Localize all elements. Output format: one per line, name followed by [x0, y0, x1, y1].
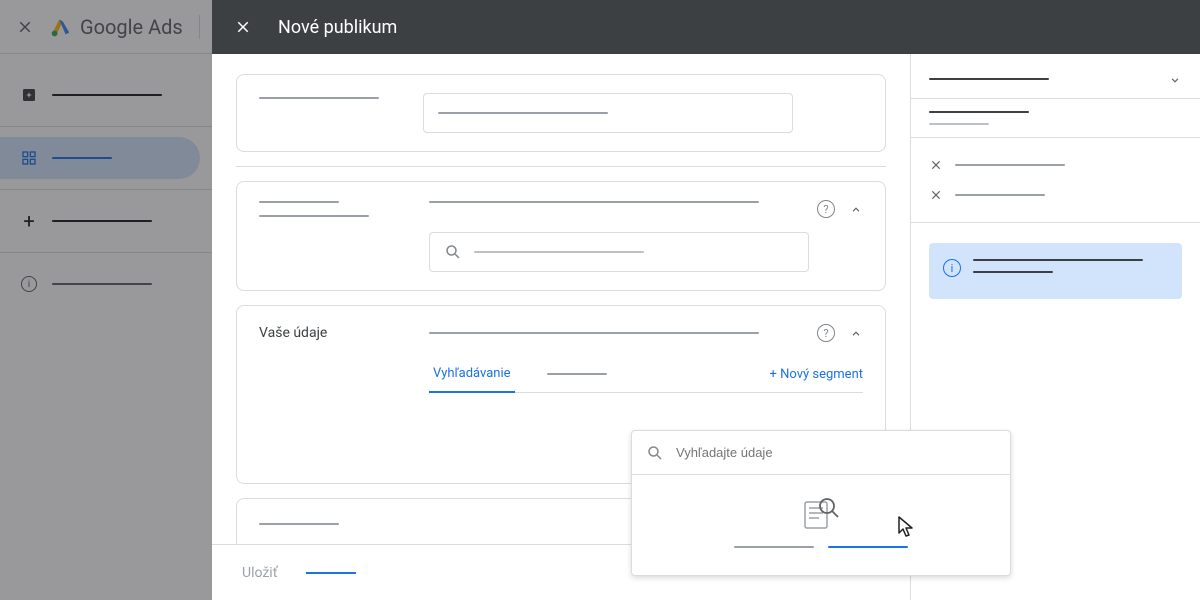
tab-2[interactable]: [543, 363, 611, 387]
item-text-placeholder: [955, 194, 1045, 196]
empty-text-placeholder: [734, 546, 814, 548]
chevron-up-icon[interactable]: [849, 202, 863, 216]
chevron-up-icon[interactable]: [849, 326, 863, 340]
divider: [911, 222, 1200, 223]
section-title: Vaše údaje: [259, 325, 399, 341]
empty-link-placeholder[interactable]: [828, 546, 908, 548]
save-button[interactable]: Uložiť: [242, 565, 278, 581]
divider: [236, 166, 886, 167]
search-icon: [646, 444, 664, 462]
text-placeholder: [929, 111, 1029, 113]
close-icon[interactable]: [929, 188, 943, 202]
search-icon: [444, 243, 462, 261]
search-input[interactable]: [429, 232, 809, 272]
modal-header: Nové publikum: [212, 0, 1200, 54]
summary-item-2: [929, 180, 1182, 210]
item-text-placeholder: [955, 164, 1065, 166]
tab-label-placeholder: [547, 373, 607, 375]
cursor-icon: [895, 515, 919, 539]
card-name: [236, 74, 886, 152]
close-icon[interactable]: [929, 158, 943, 172]
label-placeholder: [259, 215, 369, 217]
search-dropdown: [631, 430, 1011, 576]
cancel-button-placeholder[interactable]: [306, 572, 356, 574]
label-placeholder: [259, 97, 379, 99]
divider: [911, 137, 1200, 138]
label-placeholder: [259, 201, 339, 203]
description-placeholder: [429, 332, 759, 334]
modal-title: Nové publikum: [278, 17, 397, 38]
info-text-placeholder: [973, 259, 1143, 261]
card-segment-1: ?: [236, 181, 886, 291]
input-value-placeholder: [438, 112, 608, 114]
dropdown-search-input[interactable]: [632, 431, 1010, 475]
help-icon[interactable]: ?: [817, 324, 835, 342]
chevron-down-icon[interactable]: [1168, 72, 1182, 86]
description-placeholder: [429, 201, 759, 203]
new-segment-link[interactable]: + Nový segment: [770, 357, 864, 392]
info-icon: i: [943, 259, 961, 277]
audience-name-input[interactable]: [423, 93, 793, 133]
info-text-placeholder: [973, 271, 1053, 273]
dropdown-empty-state: [632, 475, 1010, 575]
heading-placeholder: [929, 78, 1049, 80]
info-box: i: [929, 243, 1182, 299]
search-placeholder: [474, 251, 644, 253]
search-field[interactable]: [676, 445, 996, 460]
audience-modal: Nové publikum: [212, 0, 1200, 600]
label-placeholder: [259, 523, 339, 525]
no-data-icon: [801, 496, 841, 532]
tabs: Vyhľadávanie + Nový segment: [429, 356, 863, 393]
summary-header: [929, 72, 1182, 86]
divider: [911, 98, 1200, 99]
help-icon[interactable]: ?: [817, 200, 835, 218]
summary-item-1: [929, 150, 1182, 180]
tab-search[interactable]: Vyhľadávanie: [429, 356, 515, 393]
close-icon[interactable]: [234, 18, 252, 36]
text-placeholder: [929, 123, 989, 125]
